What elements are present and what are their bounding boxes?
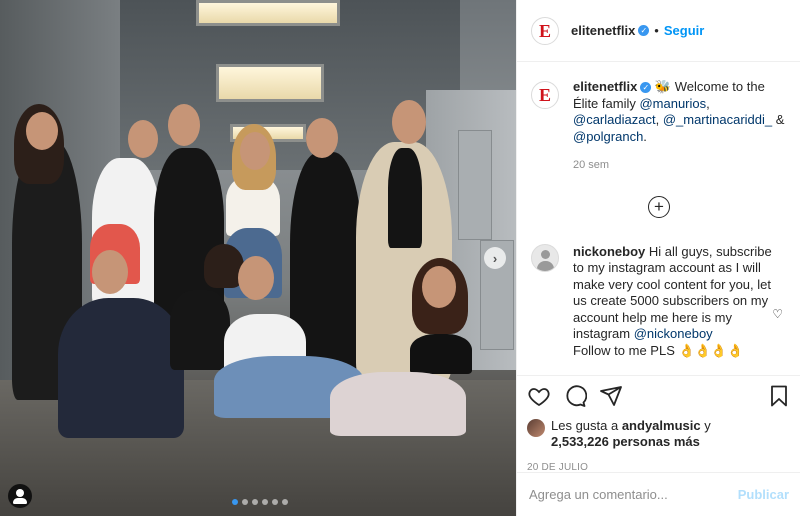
- emoji-text: 👌👌👌👌: [678, 342, 744, 358]
- carousel-indicator: [232, 499, 288, 505]
- post-header: E elitenetflix ✓ • Seguir: [517, 0, 800, 62]
- action-icons-row: [527, 384, 791, 408]
- carousel-dot: [282, 499, 288, 505]
- post-actions: Les gusta a andyalmusic y 2,533,226 pers…: [517, 375, 800, 473]
- mention-link[interactable]: @_martinacariddi_: [663, 112, 772, 127]
- post-sidebar: E elitenetflix ✓ • Seguir E elitenetflix…: [516, 0, 800, 516]
- person: [330, 372, 466, 436]
- liker-avatar[interactable]: [527, 419, 545, 437]
- likes-prefix: Les gusta a: [551, 418, 622, 433]
- carousel-dot: [252, 499, 258, 505]
- carousel-dot: [232, 499, 238, 505]
- bee-emoji: 🐝: [654, 79, 672, 94]
- caption-text: &: [772, 112, 785, 127]
- caption: E elitenetflix ✓ 🐝 Welcome to the Élite f…: [531, 79, 787, 174]
- person: [58, 298, 184, 438]
- mention-link[interactable]: @polgranch: [573, 129, 643, 144]
- tagged-users-icon[interactable]: [8, 484, 32, 508]
- elite-logo-icon: E: [538, 85, 551, 105]
- load-more-comments-button[interactable]: +: [648, 195, 670, 218]
- mention-link[interactable]: @nickoneboy: [634, 326, 713, 341]
- commenter-username[interactable]: nickoneboy: [573, 244, 645, 259]
- chevron-right-icon: ›: [492, 250, 498, 266]
- person-head: [92, 250, 128, 294]
- author-avatar[interactable]: E: [531, 16, 559, 45]
- person: [410, 334, 472, 374]
- elite-logo-icon: E: [538, 20, 551, 41]
- caption-body: elitenetflix ✓ 🐝 Welcome to the Élite fam…: [573, 79, 787, 174]
- bookmark-icon[interactable]: [767, 384, 791, 408]
- carousel-dot: [272, 499, 278, 505]
- person: [388, 148, 422, 248]
- person-head: [128, 120, 158, 158]
- locker: [458, 130, 492, 240]
- separator-dot: •: [654, 23, 659, 38]
- add-comment-bar: Publicar: [517, 472, 800, 516]
- caption-text: .: [643, 128, 647, 144]
- likes-text: Les gusta a andyalmusic y 2,533,226 pers…: [551, 418, 711, 450]
- person-head: [392, 100, 426, 144]
- mention-link[interactable]: @carladiazact: [573, 112, 656, 127]
- ceiling-light: [196, 0, 340, 26]
- likes-summary: Les gusta a andyalmusic y 2,533,226 pers…: [527, 418, 791, 450]
- person-head: [168, 104, 200, 146]
- ceiling-light: [216, 64, 324, 102]
- mention-link[interactable]: @manurios: [639, 96, 706, 111]
- comment-item: nickoneboy Hi all guys, subscribe to my …: [531, 243, 777, 360]
- comment-text: Follow to me PLS: [573, 342, 675, 358]
- carousel-dot: [262, 499, 268, 505]
- follow-button[interactable]: Seguir: [664, 23, 704, 38]
- likes-count[interactable]: 2,533,226 personas más: [551, 434, 700, 449]
- comment-body: nickoneboy Hi all guys, subscribe to my …: [573, 244, 777, 360]
- comment-input[interactable]: [529, 487, 738, 502]
- heart-icon[interactable]: [527, 384, 551, 408]
- comment-like-icon[interactable]: ♡: [772, 307, 783, 321]
- carousel-next-button[interactable]: ›: [484, 247, 506, 269]
- publish-button[interactable]: Publicar: [738, 487, 789, 502]
- verified-icon: ✓: [638, 25, 650, 36]
- commenter-avatar[interactable]: [531, 243, 559, 272]
- carousel-dot: [242, 499, 248, 505]
- caption-username[interactable]: elitenetflix: [573, 79, 637, 94]
- likes-connector: y: [700, 418, 711, 433]
- comment-icon[interactable]: [563, 384, 588, 408]
- author-username[interactable]: elitenetflix: [571, 23, 635, 38]
- caption-timestamp[interactable]: 20 sem: [573, 157, 787, 174]
- post-image[interactable]: ›: [0, 0, 516, 516]
- caption-text: ,: [655, 112, 663, 127]
- person-head: [306, 118, 338, 158]
- comments-area[interactable]: E elitenetflix ✓ 🐝 Welcome to the Élite f…: [517, 63, 800, 375]
- person: [170, 290, 230, 370]
- share-icon[interactable]: [599, 384, 623, 408]
- caption-avatar[interactable]: E: [531, 81, 559, 109]
- plus-circle-icon: +: [654, 197, 664, 216]
- person-head: [240, 132, 270, 170]
- caption-text: ,: [706, 95, 710, 111]
- person-head: [238, 256, 274, 300]
- person-head: [422, 266, 456, 308]
- verified-icon: ✓: [640, 82, 652, 94]
- person-head: [26, 112, 58, 150]
- liker-username[interactable]: andyalmusic: [622, 418, 701, 433]
